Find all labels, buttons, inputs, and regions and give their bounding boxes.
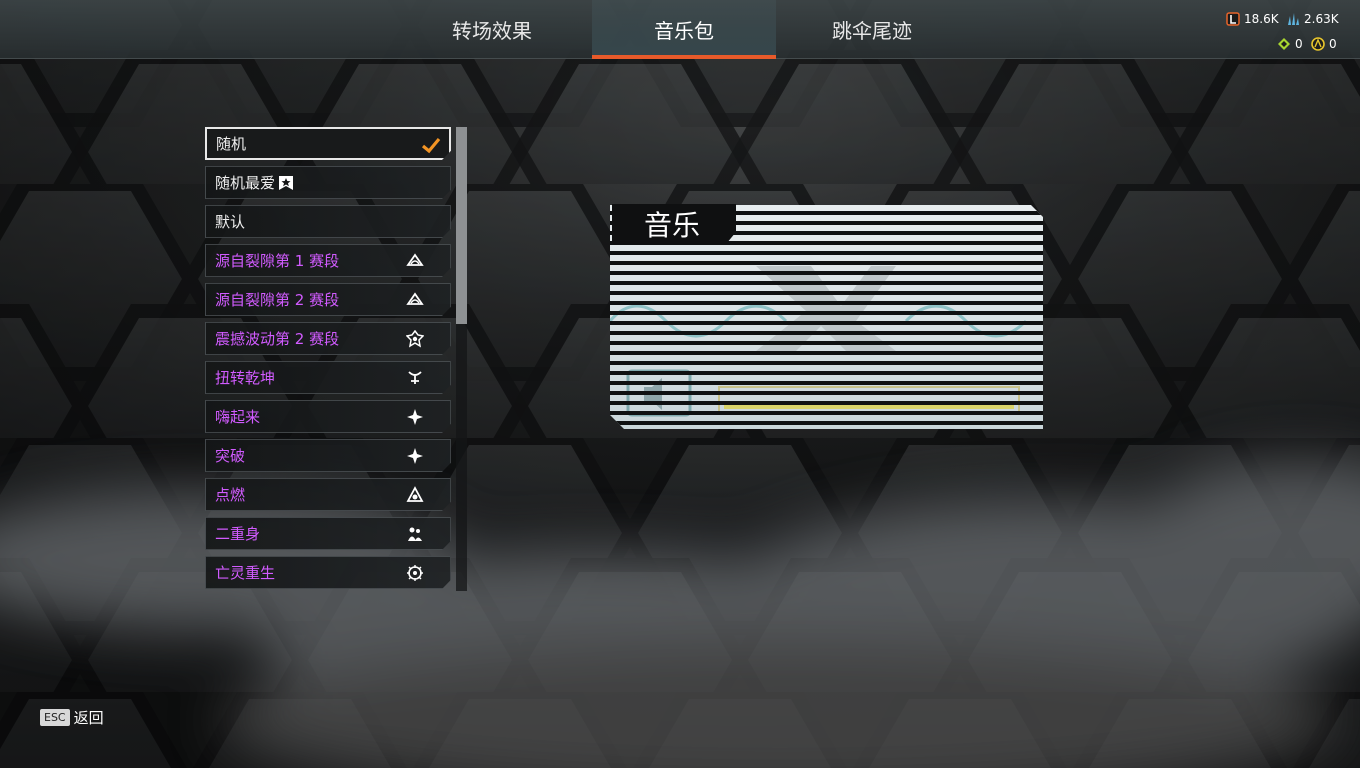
twist-icon: [406, 369, 424, 387]
back-label: 返回: [73, 709, 104, 727]
list-item-label: 源自裂隙第 1 赛段: [215, 252, 340, 270]
list-item-hype[interactable]: 嗨起来: [205, 400, 451, 433]
list-item-label: 随机最爱: [215, 174, 276, 192]
list-item-label: 点燃: [215, 486, 246, 504]
apex-coin-icon: [1311, 37, 1325, 51]
back-button[interactable]: ESC 返回: [40, 707, 104, 728]
rift-icon: [406, 291, 424, 309]
music-pack-list: 随机 随机最爱 默认 源自裂隙第 1 赛段 源自裂隙第 2 赛段 震撼波动第 2…: [205, 127, 453, 595]
list-item-label: 亡灵重生: [215, 564, 276, 582]
exotic-shards-value: 0: [1295, 37, 1303, 51]
legend-token-icon: [1226, 12, 1240, 26]
tab-music-packs[interactable]: 音乐包: [592, 0, 776, 59]
ignite-icon: [406, 486, 424, 504]
list-item-label: 嗨起来: [215, 408, 261, 426]
list-item-label: 源自裂隙第 2 赛段: [215, 291, 340, 309]
list-scrollbar-thumb[interactable]: [456, 127, 467, 324]
list-item-breakthrough[interactable]: 突破: [205, 439, 451, 472]
speaker-icon: [628, 373, 690, 417]
spark-icon: [406, 408, 424, 426]
list-item-revenant[interactable]: 亡灵重生: [205, 556, 451, 589]
tab-skydive-trails[interactable]: 跳伞尾迹: [786, 0, 958, 58]
rift-icon: [406, 252, 424, 270]
list-item-doppel[interactable]: 二重身: [205, 517, 451, 550]
exotic-shards-icon: [1278, 38, 1290, 50]
list-item-label: 扭转乾坤: [215, 369, 276, 387]
list-item-rift-2[interactable]: 源自裂隙第 2 赛段: [205, 283, 451, 316]
shockwave-icon: [406, 330, 424, 348]
preview-title: 音乐: [612, 204, 736, 244]
legend-tokens: 18.6K: [1226, 12, 1279, 26]
list-item-label: 二重身: [215, 525, 261, 543]
list-item-random[interactable]: 随机: [205, 127, 451, 160]
list-item-label: 默认: [215, 213, 246, 231]
list-item-shockwave-2[interactable]: 震撼波动第 2 赛段: [205, 322, 451, 355]
legend-tokens-value: 18.6K: [1244, 12, 1279, 26]
esc-key-icon: ESC: [40, 709, 70, 726]
checkmark-icon: [421, 135, 441, 155]
list-item-label: 突破: [215, 447, 246, 465]
list-item-ignite[interactable]: 点燃: [205, 478, 451, 511]
list-item-random-favorite[interactable]: 随机最爱: [205, 166, 451, 199]
list-scrollbar[interactable]: [456, 127, 467, 591]
list-item-twist[interactable]: 扭转乾坤: [205, 361, 451, 394]
crafting-metals: 2.63K: [1286, 12, 1339, 26]
crafting-metals-icon: [1288, 13, 1299, 25]
doppel-icon: [406, 525, 424, 543]
spark-icon: [406, 447, 424, 465]
crafting-metals-value: 2.63K: [1304, 12, 1339, 26]
list-item-label: 随机: [216, 135, 247, 153]
top-navigation-bar: 转场效果 音乐包 跳伞尾迹 18.6K 2.63K 0 0: [0, 0, 1360, 59]
exotic-shards: 0: [1277, 37, 1303, 51]
list-item-rift-1[interactable]: 源自裂隙第 1 赛段: [205, 244, 451, 277]
apex-coins: 0: [1311, 37, 1337, 51]
apex-coins-value: 0: [1329, 37, 1337, 51]
list-item-label: 震撼波动第 2 赛段: [215, 330, 340, 348]
tab-transitions[interactable]: 转场效果: [406, 0, 578, 58]
favorite-badge-icon: [278, 175, 294, 191]
list-item-default[interactable]: 默认: [205, 205, 451, 238]
revenant-icon: [406, 564, 424, 582]
